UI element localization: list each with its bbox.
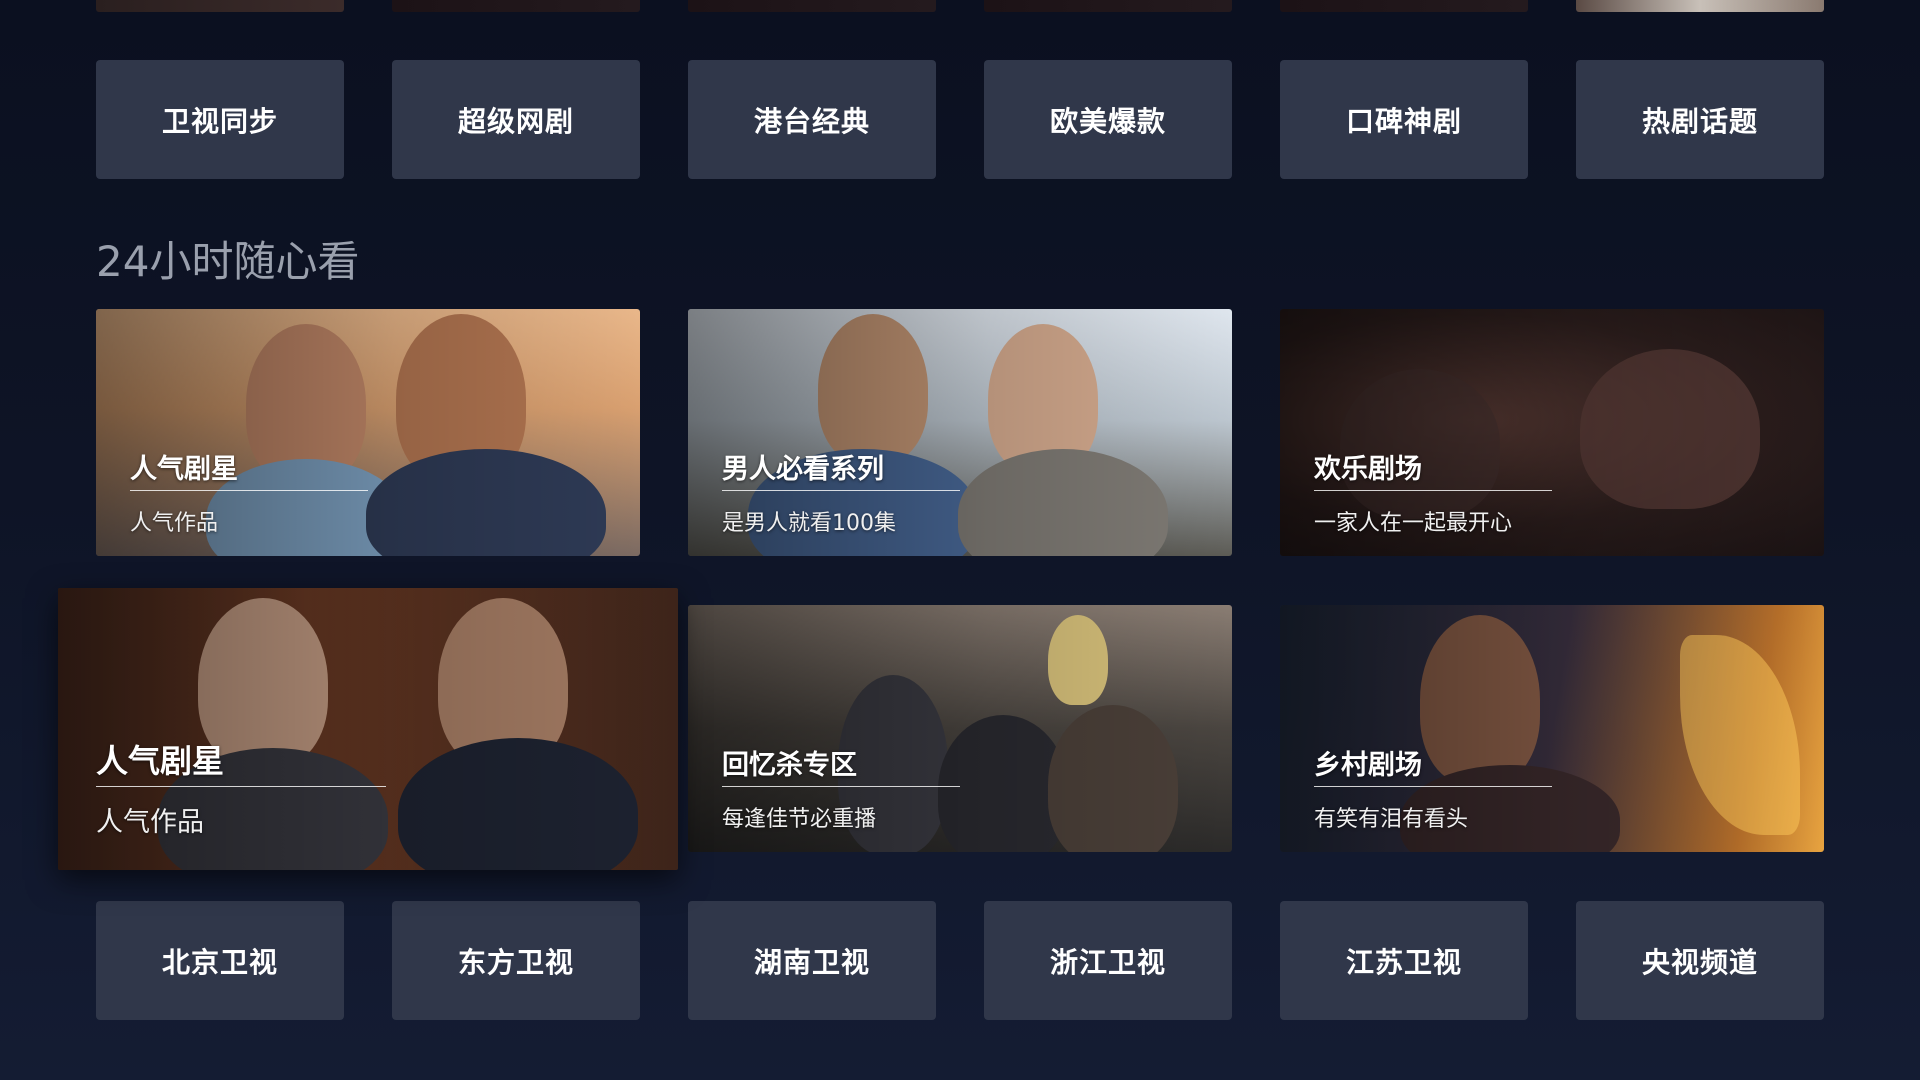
channel-button[interactable]: 湖南卫视 [688, 901, 936, 1020]
poster-card-partial[interactable] [392, 0, 640, 12]
poster-card-partial[interactable] [1280, 0, 1528, 12]
feature-card[interactable]: 乡村剧场 有笑有泪有看头 [1280, 605, 1824, 852]
feature-card[interactable]: 欢乐剧场 一家人在一起最开心 [1280, 309, 1824, 556]
card-subtitle: 一家人在一起最开心 [1314, 511, 1513, 536]
card-divider [722, 786, 960, 787]
category-button[interactable]: 口碑神剧 [1280, 60, 1528, 179]
feature-card[interactable]: 回忆杀专区 每逢佳节必重播 [688, 605, 1232, 852]
feature-card[interactable]: 男人必看系列 是男人就看100集 [688, 309, 1232, 556]
card-divider [1314, 490, 1552, 491]
category-button[interactable]: 卫视同步 [96, 60, 344, 179]
card-divider [1314, 786, 1552, 787]
card-subtitle: 人气作品 [96, 807, 204, 838]
card-divider [130, 490, 368, 491]
channel-button[interactable]: 东方卫视 [392, 901, 640, 1020]
card-title: 回忆杀专区 [722, 750, 857, 781]
channel-button[interactable]: 北京卫视 [96, 901, 344, 1020]
card-divider [722, 490, 960, 491]
category-button[interactable]: 港台经典 [688, 60, 936, 179]
card-divider [96, 786, 386, 787]
section-title: 24小时随心看 [96, 237, 360, 286]
card-subtitle: 人气作品 [130, 511, 219, 536]
card-subtitle: 是男人就看100集 [722, 511, 896, 536]
card-title: 乡村剧场 [1314, 750, 1422, 781]
channel-button[interactable]: 央视频道 [1576, 901, 1824, 1020]
card-title: 人气剧星 [96, 742, 225, 780]
poster-card-partial[interactable] [984, 0, 1232, 12]
card-title: 男人必看系列 [722, 454, 884, 485]
category-button[interactable]: 超级网剧 [392, 60, 640, 179]
channel-button[interactable]: 江苏卫视 [1280, 901, 1528, 1020]
category-button[interactable]: 热剧话题 [1576, 60, 1824, 179]
feature-card[interactable]: 人气剧星 人气作品 [96, 309, 640, 556]
channel-button[interactable]: 浙江卫视 [984, 901, 1232, 1020]
card-subtitle: 有笑有泪有看头 [1314, 807, 1469, 832]
card-title: 人气剧星 [130, 454, 238, 485]
poster-card-partial[interactable] [688, 0, 936, 12]
card-title: 欢乐剧场 [1314, 454, 1422, 485]
poster-card-partial[interactable] [1576, 0, 1824, 12]
feature-card-focused[interactable]: 人气剧星 人气作品 [58, 588, 678, 870]
category-button[interactable]: 欧美爆款 [984, 60, 1232, 179]
card-subtitle: 每逢佳节必重播 [722, 807, 877, 832]
poster-card-partial[interactable] [96, 0, 344, 12]
